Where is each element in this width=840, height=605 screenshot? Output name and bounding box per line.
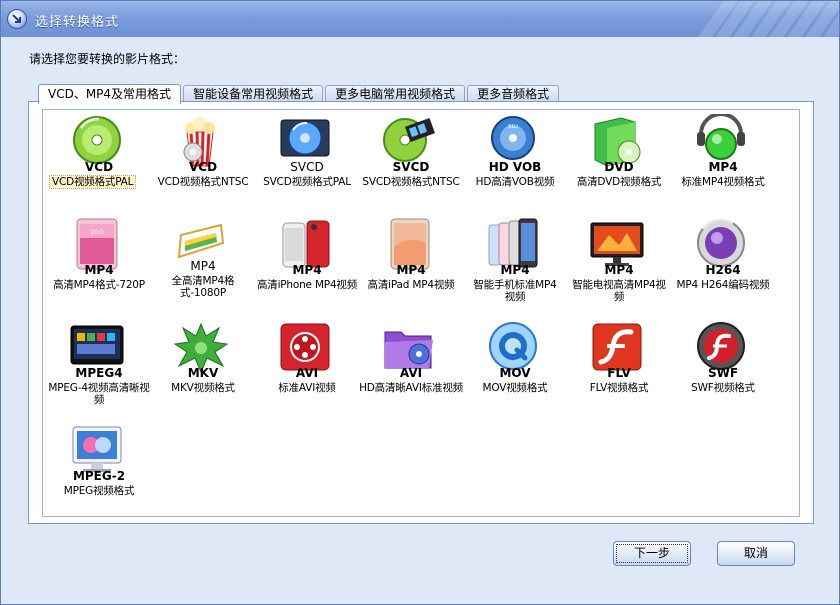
format-name: VCD: [188, 160, 218, 174]
format-desc: 智能手机标准MP4视频: [473, 279, 557, 303]
format-item-mp4-1080p[interactable]: MP4 全高清MP4格式-1080P: [151, 215, 255, 315]
format-desc: MPEG视频格式: [63, 485, 135, 497]
format-desc: SVCD视频格式NTSC: [362, 176, 460, 188]
prompt-label: 请选择您要转换的影片格式：: [29, 52, 186, 66]
format-name: SWF: [707, 366, 739, 380]
format-name: HD VOB: [488, 160, 542, 174]
format-panel: VCD VCD视频格式PAL VCD VCD视频格式NTSC SVCD SVCD…: [28, 101, 814, 524]
format-name: MPEG4: [75, 366, 123, 380]
format-name: SVCD: [392, 160, 430, 174]
format-desc: MKV视频格式: [171, 382, 235, 394]
format-item-mpeg4[interactable]: MPEG4 MPEG-4视频高清晰视频: [47, 318, 151, 418]
format-item-swf[interactable]: SWF SWF视频格式: [671, 318, 775, 418]
format-item-hd-vob[interactable]: BLU HD VOB HD高清VOB视频: [463, 112, 567, 212]
format-item-vcd-ntsc[interactable]: VCD VCD视频格式NTSC: [151, 112, 255, 212]
format-item-mov[interactable]: MOV MOV视频格式: [463, 318, 567, 418]
format-name: MP4: [604, 263, 634, 277]
tab-common-formats[interactable]: VCD、MP4及常用格式: [38, 84, 182, 104]
format-desc: MPEG-4视频高清晰视频: [48, 382, 150, 406]
format-item-smartphone[interactable]: MP4 智能手机标准MP4视频: [463, 215, 567, 315]
format-item-dvd[interactable]: DVD 高清DVD视频格式: [567, 112, 671, 212]
format-grid: VCD VCD视频格式PAL VCD VCD视频格式NTSC SVCD SVCD…: [47, 112, 789, 512]
format-desc: SVCD视频格式PAL: [263, 176, 351, 188]
format-item-h264[interactable]: H264 MP4 H264编码视频: [671, 215, 775, 315]
format-name: AVI: [399, 366, 423, 380]
format-item-iphone[interactable]: MP4 高清iPhone MP4视频: [255, 215, 359, 315]
format-name: DVD: [604, 160, 634, 174]
format-name: VCD: [84, 160, 114, 174]
format-desc: FLV视频格式: [589, 382, 649, 394]
cancel-button[interactable]: 取消: [717, 541, 795, 566]
format-desc: 高清iPad MP4视频: [367, 279, 455, 291]
format-item-avi-hd[interactable]: AVI HD高清晰AVI标准视频: [359, 318, 463, 418]
format-desc: 全高清MP4格式-1080P: [171, 275, 235, 299]
format-desc: VCD视频格式PAL: [48, 175, 137, 189]
format-item-vcd-pal[interactable]: VCD VCD视频格式PAL: [47, 112, 151, 212]
format-item-avi[interactable]: AVI 标准AVI视频: [255, 318, 359, 418]
format-name: MP4: [708, 160, 738, 174]
format-desc: HD高清晰AVI标准视频: [359, 382, 463, 394]
format-desc: 标准MP4视频格式: [681, 176, 765, 188]
format-desc: MP4 H264编码视频: [676, 279, 770, 291]
format-item-mkv[interactable]: MKV MKV视频格式: [151, 318, 255, 418]
format-item-ipad[interactable]: MP4 高清iPad MP4视频: [359, 215, 463, 315]
format-desc: SWF视频格式: [691, 382, 755, 394]
format-desc: 高清iPhone MP4视频: [256, 279, 358, 291]
format-desc: 高清MP4格式-720P: [53, 279, 145, 291]
format-name: MKV: [187, 366, 219, 380]
format-item-mp4-standard[interactable]: MP4 标准MP4视频格式: [671, 112, 775, 212]
svg-text:BLU: BLU: [508, 124, 518, 130]
format-name: MPEG-2: [72, 469, 126, 483]
format-name: MP4: [84, 263, 114, 277]
format-list-frame: VCD VCD视频格式PAL VCD VCD视频格式NTSC SVCD SVCD…: [42, 109, 800, 517]
format-desc: MOV视频格式: [482, 382, 548, 394]
svg-text:10:0: 10:0: [90, 229, 104, 236]
format-name: FLV: [607, 366, 631, 380]
format-desc: VCD视频格式NTSC: [157, 176, 249, 188]
next-button[interactable]: 下一步: [613, 541, 691, 566]
convert-format-dialog: 选择转换格式 请选择您要转换的影片格式： VCD、MP4及常用格式 智能设备常用…: [0, 0, 840, 605]
format-category-tabs: VCD、MP4及常用格式 智能设备常用视频格式 更多电脑常用视频格式 更多音频格…: [38, 83, 560, 104]
window-title: 选择转换格式: [35, 15, 120, 30]
format-desc: 智能电视高清MP4视频: [572, 279, 666, 303]
app-arrow-icon: [7, 9, 27, 29]
format-name: AVI: [295, 366, 319, 380]
format-name: SVCD: [290, 160, 324, 174]
format-desc: 标准AVI视频: [278, 382, 336, 394]
format-item-mpeg2[interactable]: MPEG-2 MPEG视频格式: [47, 421, 151, 521]
format-item-svcd-pal[interactable]: SVCD SVCD视频格式PAL: [255, 112, 359, 212]
format-item-svcd-ntsc[interactable]: SVCD SVCD视频格式NTSC: [359, 112, 463, 212]
format-desc: HD高清VOB视频: [475, 176, 555, 188]
format-name: MP4: [190, 259, 216, 273]
format-desc: 高清DVD视频格式: [576, 176, 662, 188]
format-name: MP4: [500, 263, 530, 277]
format-name: MP4: [292, 263, 322, 277]
format-item-smart-tv[interactable]: MP4 智能电视高清MP4视频: [567, 215, 671, 315]
format-item-flv[interactable]: FLV FLV视频格式: [567, 318, 671, 418]
format-name: MP4: [396, 263, 426, 277]
format-name: MOV: [499, 366, 531, 380]
format-item-mp4-720p[interactable]: 10:0 MP4 高清MP4格式-720P: [47, 215, 151, 315]
format-name: H264: [705, 263, 741, 277]
title-bar[interactable]: 选择转换格式: [1, 1, 839, 37]
